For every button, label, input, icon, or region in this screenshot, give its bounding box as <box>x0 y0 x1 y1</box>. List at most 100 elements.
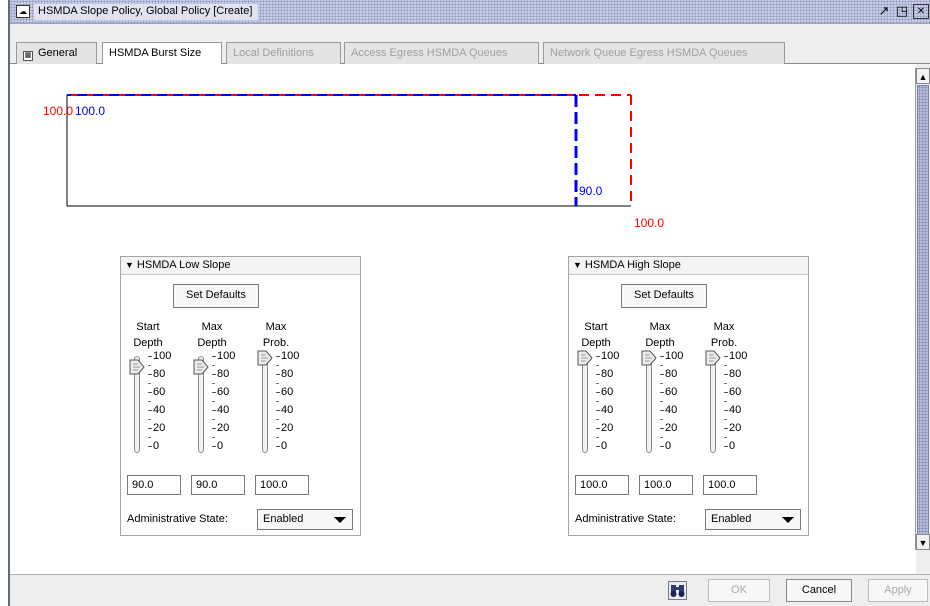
low-max-prob-header: Max Prob. <box>262 321 290 349</box>
collapse-triangle-icon: ▼ <box>125 260 134 270</box>
low-admin-state-select[interactable]: Enabled <box>257 509 353 530</box>
high-admin-state-value: Enabled <box>711 513 752 525</box>
low-max-depth-slider[interactable]: 100 80 60 40 20 0 <box>193 350 255 459</box>
high-max-prob-header: Max Prob. <box>710 321 738 349</box>
low-start-depth-field[interactable]: 90.0 <box>127 475 181 495</box>
tab-access-egress-queues[interactable]: Access Egress HSMDA Queues <box>344 42 539 64</box>
slider-tick-label: 20 <box>660 422 677 434</box>
slider-minor-tick <box>660 401 663 402</box>
slider-thumb[interactable] <box>641 350 657 366</box>
low-max-depth-field[interactable]: 90.0 <box>191 475 245 495</box>
footer-bar: OK Cancel Apply <box>10 575 930 606</box>
tab-bar: ▦ General HSMDA Burst Size Local Definiti… <box>10 42 930 65</box>
tab-network-label: Network Queue Egress HSMDA Queues <box>550 47 748 59</box>
low-slope-header[interactable]: ▼ HSMDA Low Slope <box>121 257 360 275</box>
low-start-depth-slider[interactable]: 100 80 60 40 20 0 <box>129 350 191 459</box>
slider-tick-label: 100 <box>212 350 235 362</box>
high-max-depth-slider[interactable]: 100 80 60 40 20 0 <box>641 350 703 459</box>
tab-access-label: Access Egress HSMDA Queues <box>351 47 508 59</box>
low-slope-panel: ▼ HSMDA Low Slope Set Defaults Start Depth… <box>120 256 361 536</box>
slider-tick-label: 0 <box>148 440 159 452</box>
restore-icon[interactable]: ↗ <box>876 4 892 19</box>
low-admin-state-value: Enabled <box>263 513 304 525</box>
title-bar[interactable]: ☁ HSMDA Slope Policy, Global Policy [Cre… <box>10 0 930 24</box>
slider-track[interactable] <box>582 356 588 453</box>
high-admin-state-label: Administrative State: <box>575 513 676 525</box>
slider-tick-label: 0 <box>276 440 287 452</box>
slider-track[interactable] <box>710 356 716 453</box>
slider-tick-label: 80 <box>724 368 741 380</box>
slider-thumb[interactable] <box>257 350 273 366</box>
slider-thumb[interactable] <box>193 359 209 375</box>
low-max-depth-header: Max Depth <box>197 321 227 349</box>
scroll-down-icon[interactable]: ▼ <box>916 534 930 550</box>
tab-local-definitions[interactable]: Local Definitions <box>226 42 341 64</box>
high-max-depth-field[interactable]: 100.0 <box>639 475 693 495</box>
slider-track[interactable] <box>646 356 652 453</box>
slider-thumb[interactable] <box>129 359 145 375</box>
high-slope-header[interactable]: ▼ HSMDA High Slope <box>569 257 808 275</box>
slider-minor-tick <box>148 383 151 384</box>
slider-tick-label: 20 <box>724 422 741 434</box>
slider-minor-tick <box>212 419 215 420</box>
slider-minor-tick <box>724 383 727 384</box>
slider-minor-tick <box>724 437 727 438</box>
cancel-button[interactable]: Cancel <box>786 579 852 602</box>
slider-minor-tick <box>724 419 727 420</box>
slider-minor-tick <box>212 365 215 366</box>
slider-minor-tick <box>596 437 599 438</box>
high-admin-state-select[interactable]: Enabled <box>705 509 801 530</box>
low-bottom-label: 90.0 <box>579 184 603 198</box>
tab-general[interactable]: ▦ General <box>16 42 97 64</box>
tab-hsmda-burst-size[interactable]: HSMDA Burst Size <box>102 42 222 65</box>
close-icon[interactable]: ✕ <box>913 4 929 19</box>
maximize-icon[interactable]: ◳ <box>894 4 910 19</box>
general-icon: ▦ <box>23 51 33 61</box>
slider-tick-label: 40 <box>212 404 229 416</box>
slider-minor-tick <box>596 365 599 366</box>
slider-minor-tick <box>724 365 727 366</box>
slider-tick-label: 20 <box>212 422 229 434</box>
ok-button[interactable]: OK <box>708 579 770 602</box>
slider-minor-tick <box>148 401 151 402</box>
tab-network-queue-egress[interactable]: Network Queue Egress HSMDA Queues <box>543 42 785 64</box>
high-start-depth-header: Start Depth <box>581 321 611 349</box>
slider-thumb[interactable] <box>705 350 721 366</box>
high-max-prob-slider[interactable]: 100 80 60 40 20 0 <box>705 350 767 459</box>
collapse-triangle-icon: ▼ <box>573 260 582 270</box>
scrollbar-thumb[interactable] <box>917 85 929 540</box>
high-start-depth-field[interactable]: 100.0 <box>575 475 629 495</box>
high-slope-panel: ▼ HSMDA High Slope Set Defaults Start Dept… <box>568 256 809 536</box>
low-set-defaults-button[interactable]: Set Defaults <box>173 284 259 308</box>
slider-tick-label: 0 <box>212 440 223 452</box>
slider-minor-tick <box>148 419 151 420</box>
slider-tick-label: 40 <box>148 404 165 416</box>
window-icon: ☁ <box>16 5 30 18</box>
slider-thumb[interactable] <box>577 350 593 366</box>
scroll-up-icon[interactable]: ▲ <box>916 68 930 84</box>
slider-tick-label: 20 <box>596 422 613 434</box>
low-max-prob-slider[interactable]: 100 80 60 40 20 0 <box>257 350 319 459</box>
vertical-scrollbar[interactable]: ▲ ▼ <box>915 68 930 550</box>
slider-tick-label: 80 <box>212 368 229 380</box>
slider-minor-tick <box>596 419 599 420</box>
high-start-depth-slider[interactable]: 100 80 60 40 20 0 <box>577 350 639 459</box>
high-max-depth-header: Max Depth <box>645 321 675 349</box>
slider-tick-label: 0 <box>596 440 607 452</box>
slider-tick-label: 100 <box>148 350 171 362</box>
low-slope-title: HSMDA Low Slope <box>136 259 231 271</box>
high-max-prob-field[interactable]: 100.0 <box>703 475 757 495</box>
apply-button[interactable]: Apply <box>868 579 928 602</box>
slider-tick-label: 20 <box>276 422 293 434</box>
slider-tick-label: 60 <box>724 386 741 398</box>
slider-minor-tick <box>660 437 663 438</box>
high-set-defaults-button[interactable]: Set Defaults <box>621 284 707 308</box>
slider-track[interactable] <box>262 356 268 453</box>
slider-minor-tick <box>148 365 151 366</box>
slider-tick-label: 80 <box>148 368 165 380</box>
low-max-prob-field[interactable]: 100.0 <box>255 475 309 495</box>
slider-tick-label: 100 <box>660 350 683 362</box>
find-binoculars-icon[interactable] <box>668 581 687 600</box>
slider-tick-label: 80 <box>660 368 677 380</box>
slider-tick-label: 60 <box>276 386 293 398</box>
